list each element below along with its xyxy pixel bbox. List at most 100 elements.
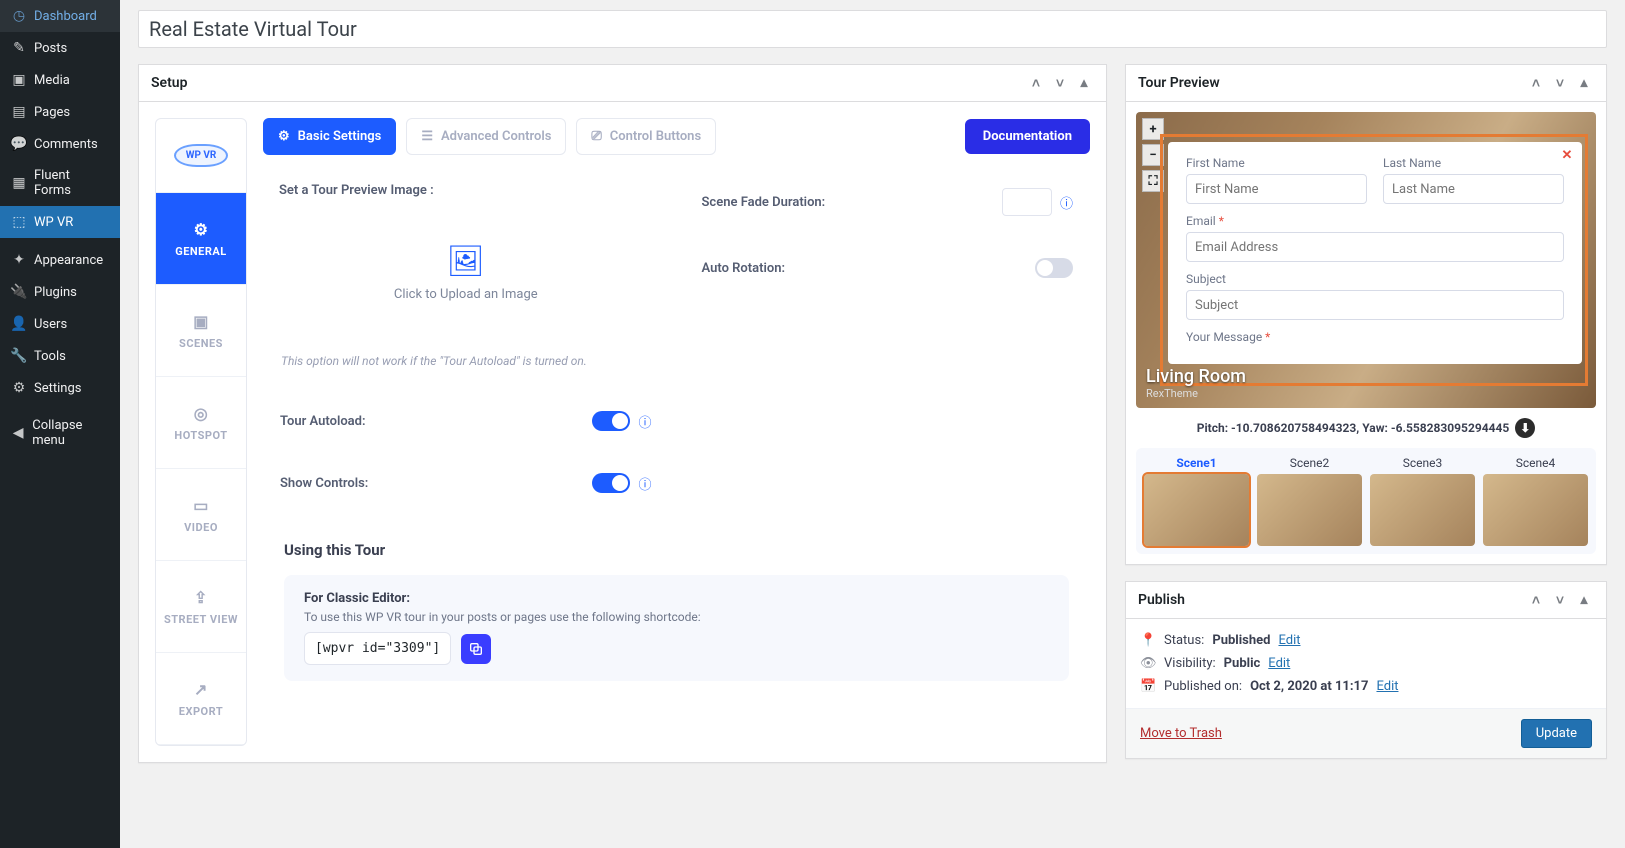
menu-icon: ◷ — [10, 8, 28, 24]
menu-icon: ▤ — [10, 104, 28, 120]
admin-menu-plugins[interactable]: 🔌Plugins — [0, 276, 120, 308]
vtab-export[interactable]: ↗EXPORT — [156, 653, 246, 745]
visibility-value: Public — [1224, 656, 1261, 671]
published-value: Oct 2, 2020 at 11:17 — [1250, 679, 1368, 694]
panel-move-up-icon[interactable]: ˄ — [1526, 590, 1546, 610]
tour-preview-title: Tour Preview — [1138, 75, 1220, 91]
admin-menu-fluent-forms[interactable]: ▦Fluent Forms — [0, 160, 120, 206]
documentation-button[interactable]: Documentation — [965, 119, 1090, 154]
admin-menu-appearance[interactable]: ✦Appearance — [0, 244, 120, 276]
panel-move-down-icon[interactable]: ˅ — [1550, 590, 1570, 610]
info-icon[interactable]: ⓘ — [638, 474, 651, 493]
admin-menu-settings[interactable]: ⚙Settings — [0, 372, 120, 404]
publish-panel-title: Publish — [1138, 592, 1185, 608]
menu-icon: ▣ — [10, 72, 28, 88]
htab-basic-settings[interactable]: ⚙Basic Settings — [263, 118, 396, 155]
move-to-trash-link[interactable]: Move to Trash — [1140, 726, 1222, 741]
subject-label: Subject — [1186, 272, 1564, 286]
last-name-input[interactable] — [1383, 174, 1564, 204]
admin-menu-wp-vr[interactable]: ⬚WP VR — [0, 206, 120, 238]
image-upload-icon: 🖼 — [447, 244, 485, 279]
scene-thumb-scene3[interactable]: Scene3 — [1370, 456, 1475, 546]
admin-menu-dashboard[interactable]: ◷Dashboard — [0, 0, 120, 32]
vtab-general[interactable]: ⚙GENERAL — [156, 193, 246, 285]
menu-icon: ▦ — [10, 175, 28, 191]
info-icon[interactable]: ⓘ — [638, 412, 651, 431]
admin-menu-pages[interactable]: ▤Pages — [0, 96, 120, 128]
edit-status-link[interactable]: Edit — [1278, 633, 1300, 648]
tour-autoload-toggle[interactable] — [592, 411, 630, 431]
scenes-icon: ▣ — [193, 312, 209, 331]
panel-toggle-icon[interactable]: ▴ — [1574, 73, 1594, 93]
calendar-icon: 📅 — [1140, 679, 1156, 694]
status-value: Published — [1212, 633, 1270, 648]
shortcode-value[interactable]: [wpvr id="3309"] — [304, 632, 451, 665]
scene-fade-input[interactable] — [1002, 188, 1052, 216]
street view-icon: ⇪ — [194, 588, 208, 607]
show-controls-toggle[interactable] — [592, 473, 630, 493]
vtab-scenes[interactable]: ▣SCENES — [156, 285, 246, 377]
subject-input[interactable] — [1186, 290, 1564, 320]
htab-control-buttons[interactable]: ⎚Control Buttons — [576, 118, 716, 155]
panel-move-down-icon[interactable]: ˅ — [1050, 73, 1070, 93]
wpvr-logo: WP VR — [156, 119, 246, 193]
vtab-street-view[interactable]: ⇪STREET VIEW — [156, 561, 246, 653]
scene-fade-label: Scene Fade Duration: — [702, 195, 826, 210]
setup-panel: Setup ˄ ˅ ▴ WP VR ⚙GENERAL — [138, 64, 1107, 763]
tab-icon: ⎚ — [591, 129, 601, 144]
auto-rotation-toggle[interactable] — [1035, 258, 1073, 278]
update-button[interactable]: Update — [1521, 719, 1592, 748]
info-icon[interactable]: ⓘ — [1060, 193, 1073, 212]
admin-menu-collapse-menu[interactable]: ◀Collapse menu — [0, 410, 120, 456]
panel-toggle-icon[interactable]: ▴ — [1574, 590, 1594, 610]
edit-date-link[interactable]: Edit — [1376, 679, 1398, 694]
admin-menu-media[interactable]: ▣Media — [0, 64, 120, 96]
panel-move-up-icon[interactable]: ˄ — [1526, 73, 1546, 93]
visibility-label: Visibility: — [1164, 656, 1216, 671]
scene-thumb-scene4[interactable]: Scene4 — [1483, 456, 1588, 546]
menu-icon: 👤 — [10, 316, 28, 332]
scene-thumbnail-image — [1144, 474, 1249, 546]
preview-caption-sub: RexTheme — [1146, 387, 1246, 400]
copy-coords-button[interactable]: ⬇ — [1515, 418, 1535, 438]
panel-toggle-icon[interactable]: ▴ — [1074, 73, 1094, 93]
close-icon[interactable]: ✕ — [1558, 148, 1576, 166]
upload-image-button[interactable]: 🖼 Click to Upload an Image — [279, 198, 653, 348]
email-input[interactable] — [1186, 232, 1564, 262]
htab-advanced-controls[interactable]: ☰Advanced Controls — [406, 118, 566, 155]
page-title[interactable]: Real Estate Virtual Tour — [138, 10, 1607, 48]
horizontal-tabs: ⚙Basic Settings ☰Advanced Controls ⎚Contro… — [263, 118, 1090, 155]
vtab-hotspot[interactable]: ◎HOTSPOT — [156, 377, 246, 469]
classic-editor-title: For Classic Editor: — [304, 591, 1049, 606]
scene-fade-card: Scene Fade Duration: ⓘ — [685, 173, 1091, 231]
tour-autoload-card: Tour Autoload: ⓘ — [263, 396, 669, 446]
video-icon: ▭ — [193, 496, 209, 515]
contact-form-modal: ✕ First Name Last Name — [1168, 142, 1582, 364]
export-icon: ↗ — [194, 680, 208, 699]
scene-thumbnail-image — [1483, 474, 1588, 546]
admin-menu-posts[interactable]: ✎Posts — [0, 32, 120, 64]
main-area: Real Estate Virtual Tour Setup ˄ ˅ ▴ — [120, 0, 1625, 848]
auto-rotation-card: Auto Rotation: — [685, 243, 1091, 293]
preview-viewport[interactable]: + − ⛶ ✕ First Name — [1136, 112, 1596, 408]
admin-menu-comments[interactable]: 💬Comments — [0, 128, 120, 160]
scene-thumb-scene2[interactable]: Scene2 — [1257, 456, 1362, 546]
edit-visibility-link[interactable]: Edit — [1268, 656, 1290, 671]
panel-move-up-icon[interactable]: ˄ — [1026, 73, 1046, 93]
eye-icon: 👁 — [1140, 656, 1156, 671]
vtab-video[interactable]: ▭VIDEO — [156, 469, 246, 561]
upload-text: Click to Upload an Image — [394, 287, 538, 302]
copy-shortcode-button[interactable] — [461, 634, 491, 664]
menu-icon: ◀ — [10, 425, 26, 441]
scene-thumbnails: Scene1Scene2Scene3Scene4 — [1136, 448, 1596, 554]
first-name-label: First Name — [1186, 156, 1367, 170]
scene-thumb-scene1[interactable]: Scene1 — [1144, 456, 1249, 546]
admin-menu-tools[interactable]: 🔧Tools — [0, 340, 120, 372]
auto-rotation-label: Auto Rotation: — [702, 261, 786, 276]
first-name-input[interactable] — [1186, 174, 1367, 204]
panel-move-down-icon[interactable]: ˅ — [1550, 73, 1570, 93]
menu-icon: ⚙ — [10, 380, 28, 396]
scene-thumbnail-image — [1257, 474, 1362, 546]
tab-icon: ☰ — [421, 129, 433, 144]
admin-menu-users[interactable]: 👤Users — [0, 308, 120, 340]
